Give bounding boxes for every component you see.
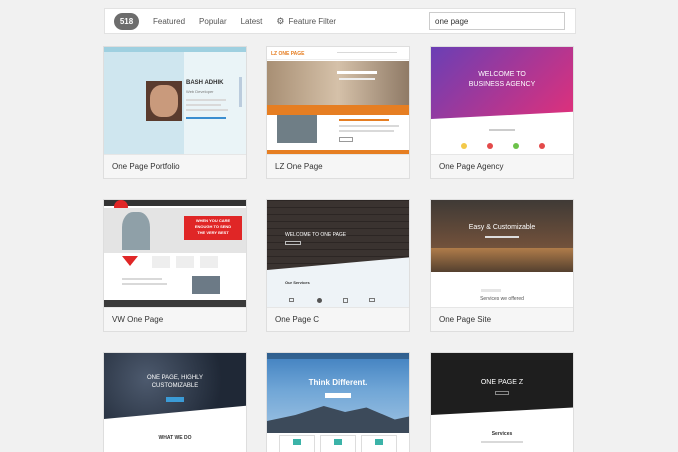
hero-headline-2: CUSTOMIZABLE [151, 383, 199, 389]
theme-count-badge: 518 [114, 12, 139, 30]
theme-screenshot: WELCOME TO ONE PAGE Our Services [267, 200, 409, 308]
hero-role: Web Developer [186, 89, 214, 94]
banner-line-1: WHEN YOU CARE [195, 218, 231, 223]
theme-card[interactable]: WELCOME TO BUSINESS AGENCY One Page Agen… [430, 46, 574, 179]
theme-card[interactable]: BASH ADHIK Web Developer One Page Portfo… [103, 46, 247, 179]
feature-filter-label: Feature Filter [288, 16, 337, 26]
theme-name: One Page Portfolio [104, 154, 246, 178]
hero-headline-2: BUSINESS AGENCY [468, 81, 536, 88]
hero-headline-1: ONE PAGE, HIGHLY [146, 375, 204, 381]
theme-name: One Page C [267, 307, 409, 331]
theme-card[interactable]: Easy & Customizable ▬▬ Services we offer… [430, 199, 574, 332]
hero-headline-1: WELCOME TO [478, 71, 526, 78]
tab-latest[interactable]: Latest [241, 17, 263, 26]
theme-screenshot: ONE PAGE Z Services [431, 353, 573, 452]
theme-screenshot: ONE PAGE, HIGHLY CUSTOMIZABLE WHAT WE DO [104, 353, 246, 452]
banner-line-2: ENOUGH TO SEND [194, 224, 232, 229]
feature-filter-button[interactable]: ⚙ Feature Filter [276, 16, 336, 27]
banner-line-3: THE VERY BEST [197, 230, 229, 235]
section-title: Our Services [285, 280, 310, 285]
hero-headline: Think Different. [308, 378, 368, 387]
theme-card[interactable]: Think Different. [266, 352, 410, 452]
theme-card[interactable]: ONE PAGE, HIGHLY CUSTOMIZABLE WHAT WE DO [103, 352, 247, 452]
section-title: Services [491, 431, 513, 437]
theme-card[interactable]: LZ ONE PAGE LZ One Page [266, 46, 410, 179]
theme-screenshot: LZ ONE PAGE [267, 47, 409, 155]
theme-screenshot: Easy & Customizable ▬▬ Services we offer… [431, 200, 573, 308]
theme-logo: LZ ONE PAGE [271, 51, 305, 57]
theme-card[interactable]: WELCOME TO ONE PAGE Our Services One Pag… [266, 199, 410, 332]
theme-name: One Page Site [431, 307, 573, 331]
theme-screenshot: WHEN YOU CARE ENOUGH TO SEND THE VERY BE… [104, 200, 246, 308]
tab-popular[interactable]: Popular [199, 17, 227, 26]
gear-icon: ⚙ [276, 15, 285, 26]
hero-headline: ONE PAGE Z [480, 379, 524, 386]
theme-screenshot: WELCOME TO BUSINESS AGENCY [431, 47, 573, 155]
theme-card[interactable]: WHEN YOU CARE ENOUGH TO SEND THE VERY BE… [103, 199, 247, 332]
theme-name: One Page Agency [431, 154, 573, 178]
theme-name: VW One Page [104, 307, 246, 331]
section-title: WHAT WE DO [158, 435, 192, 441]
theme-card[interactable]: ONE PAGE Z Services [430, 352, 574, 452]
hero-name: BASH ADHIK [186, 80, 224, 86]
theme-name: LZ One Page [267, 154, 409, 178]
theme-screenshot: Think Different. [267, 353, 409, 452]
hero-headline: Easy & Customizable [468, 224, 536, 231]
theme-search-input[interactable] [429, 12, 565, 30]
section-title: Services we offered [480, 296, 524, 302]
theme-filter-bar: 518 Featured Popular Latest ⚙ Feature Fi… [104, 8, 576, 34]
tab-featured[interactable]: Featured [153, 17, 185, 26]
hero-headline: WELCOME TO ONE PAGE [285, 232, 347, 238]
theme-screenshot: BASH ADHIK Web Developer [104, 47, 246, 155]
